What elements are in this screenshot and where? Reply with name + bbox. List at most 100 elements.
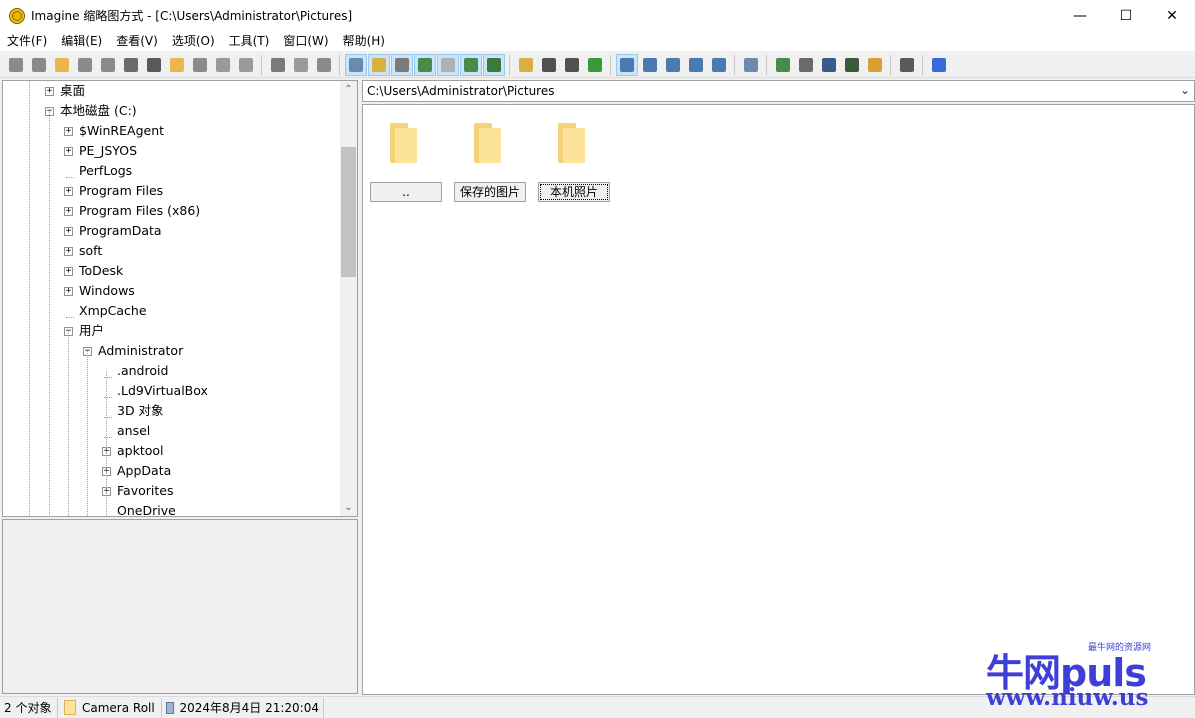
folder-label[interactable]: ..: [370, 182, 442, 202]
tree-item[interactable]: − 本地磁盘 (C:): [45, 101, 137, 121]
paste-button[interactable]: [313, 54, 335, 76]
panel-button[interactable]: [459, 53, 482, 76]
expand-icon[interactable]: +: [64, 226, 73, 236]
up-folder-button[interactable]: [515, 54, 537, 76]
help-button[interactable]: [928, 54, 950, 76]
rename-button[interactable]: [189, 54, 211, 76]
menu-item[interactable]: 文件(F): [0, 31, 54, 51]
expand-icon[interactable]: +: [64, 286, 73, 296]
copy-button[interactable]: [290, 54, 312, 76]
menu-item[interactable]: 工具(T): [222, 31, 277, 51]
expand-icon[interactable]: +: [64, 206, 73, 216]
batch-convert-button[interactable]: [772, 54, 794, 76]
expand-icon[interactable]: +: [64, 146, 73, 156]
chevron-down-icon[interactable]: ⌄: [1180, 83, 1190, 97]
tree-item[interactable]: + PE_JSYOS: [64, 141, 137, 161]
view-large-button[interactable]: [615, 53, 638, 76]
tree-scroll-thumb[interactable]: [341, 147, 356, 277]
tree-item[interactable]: + Program Files: [64, 181, 163, 201]
view-details-button[interactable]: [708, 54, 730, 76]
back-button[interactable]: [538, 54, 560, 76]
tree-item[interactable]: + 桌面: [45, 81, 85, 101]
view-list-button[interactable]: [685, 54, 707, 76]
tree-item[interactable]: + apktool: [102, 441, 164, 461]
slideshow-button[interactable]: [28, 54, 50, 76]
tree-item[interactable]: + Favorites: [102, 481, 173, 501]
tree-item[interactable]: + soft: [64, 241, 102, 261]
view-medium-button[interactable]: [639, 54, 661, 76]
folder-thumbnail[interactable]: 保存的图片: [454, 105, 526, 205]
print-button[interactable]: [97, 54, 119, 76]
folder-thumbnail[interactable]: ..: [370, 105, 442, 205]
tree-item[interactable]: OneDrive: [102, 501, 176, 516]
folder-thumbnail[interactable]: 本机照片: [538, 105, 610, 205]
tree-item[interactable]: + $WinREAgent: [64, 121, 164, 141]
edit-button[interactable]: [864, 54, 886, 76]
toolbar-separator: [766, 54, 767, 75]
tree-item[interactable]: + Program Files (x86): [64, 201, 200, 221]
tree-item[interactable]: XmpCache: [64, 301, 147, 321]
cut-button[interactable]: [267, 54, 289, 76]
view-small-button[interactable]: [662, 54, 684, 76]
camera-button[interactable]: [143, 54, 165, 76]
filmstrip-button[interactable]: [344, 53, 367, 76]
capture-icon: [821, 57, 836, 72]
eye-button[interactable]: [5, 54, 27, 76]
forward-button[interactable]: [561, 54, 583, 76]
pen-button[interactable]: [896, 54, 918, 76]
tree-item[interactable]: + ToDesk: [64, 261, 123, 281]
scroll-up-icon[interactable]: ⌃: [340, 81, 357, 98]
tree-item[interactable]: .Ld9VirtualBox: [102, 381, 208, 401]
menu-item[interactable]: 查看(V): [109, 31, 165, 51]
expand-icon[interactable]: +: [64, 186, 73, 196]
tree-button[interactable]: [367, 53, 390, 76]
tree-item[interactable]: − 用户: [64, 321, 104, 341]
folder-label[interactable]: 保存的图片: [454, 182, 526, 202]
tree-scrollbar[interactable]: ⌃ ⌄: [340, 81, 357, 516]
menu-item[interactable]: 帮助(H): [336, 31, 392, 51]
menu-item[interactable]: 窗口(W): [276, 31, 335, 51]
tree-item-label: PerfLogs: [79, 163, 133, 178]
grid-button[interactable]: [436, 53, 459, 76]
watermark: 牛网puls 最牛网的资源网 www.niuw.us: [986, 640, 1171, 712]
capture-button[interactable]: [818, 54, 840, 76]
info-button[interactable]: [120, 54, 142, 76]
status-current-folder: Camera Roll: [58, 697, 162, 718]
folder-tree[interactable]: ⌃ ⌄ + 桌面 − 本地磁盘 (C:) + $WinREAgent + PE_JSYOS Pe…: [2, 80, 358, 517]
expand-icon[interactable]: +: [64, 246, 73, 256]
maximize-button[interactable]: ☐: [1103, 0, 1149, 31]
tree-item[interactable]: + ProgramData: [64, 221, 162, 241]
refresh-icon: [587, 57, 602, 72]
clock-button[interactable]: [390, 53, 413, 76]
path-combobox[interactable]: C:\Users\Administrator\Pictures ⌄: [362, 80, 1195, 102]
save-button[interactable]: [74, 54, 96, 76]
scroll-down-icon[interactable]: ⌄: [340, 499, 357, 516]
expand-icon[interactable]: +: [45, 86, 54, 96]
minimize-button[interactable]: —: [1057, 0, 1103, 31]
tree-item[interactable]: ansel: [102, 421, 150, 441]
menu-item[interactable]: 选项(O): [165, 31, 222, 51]
tree-item[interactable]: PerfLogs: [64, 161, 132, 181]
tree-item[interactable]: 3D 对象: [102, 401, 164, 421]
open-folder-button[interactable]: [51, 54, 73, 76]
thumbnail-view[interactable]: .. 保存的图片 本机照片: [362, 104, 1195, 695]
new-folder-button[interactable]: [166, 54, 188, 76]
preview-button[interactable]: [413, 53, 436, 76]
tree-item[interactable]: + AppData: [102, 461, 171, 481]
film-button[interactable]: [841, 54, 863, 76]
refresh-button[interactable]: [584, 54, 606, 76]
wrench-button[interactable]: [740, 54, 762, 76]
menu-item[interactable]: 编辑(E): [54, 31, 109, 51]
batch-rename-button[interactable]: [795, 54, 817, 76]
folder-label[interactable]: 本机照片: [538, 182, 610, 202]
settings-button[interactable]: [235, 54, 257, 76]
tree-item[interactable]: + Windows: [64, 281, 135, 301]
expand-icon[interactable]: +: [64, 126, 73, 136]
close-button[interactable]: ✕: [1149, 0, 1195, 31]
tree-item[interactable]: − Administrator: [83, 341, 183, 361]
tree-item-label: 3D 对象: [117, 403, 164, 418]
tree-item[interactable]: .android: [102, 361, 168, 381]
expand-icon[interactable]: +: [64, 266, 73, 276]
thumbnail-button[interactable]: [482, 53, 505, 76]
trash-button[interactable]: [212, 54, 234, 76]
